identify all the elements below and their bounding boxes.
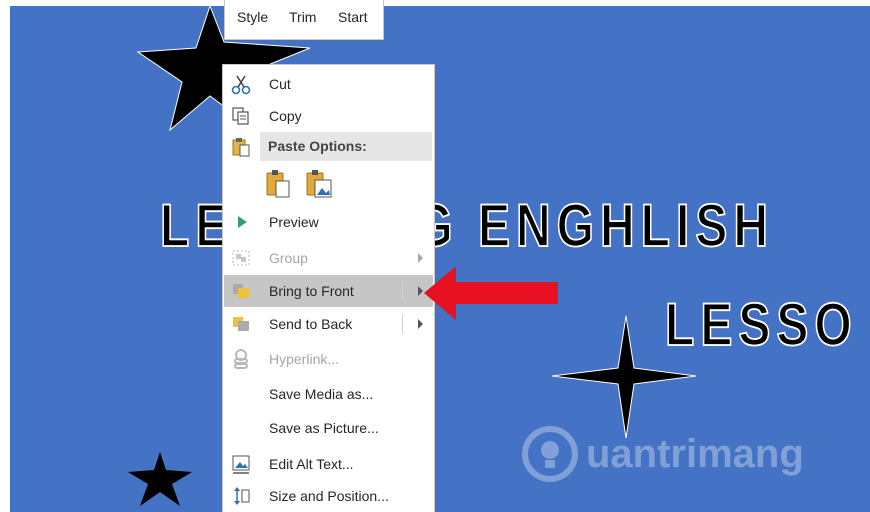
play-icon <box>238 216 247 228</box>
group-icon <box>232 250 250 266</box>
menu-item-preview[interactable]: Preview <box>224 206 433 238</box>
slide-title-line-2[interactable]: LESSO <box>664 291 858 360</box>
size-position-icon <box>234 487 250 505</box>
watermark-text: uantrimang <box>586 432 804 476</box>
menu-item-label: Save Media as... <box>269 386 374 402</box>
menu-item-label: Save as Picture... <box>269 420 379 436</box>
bring-to-front-icon <box>233 284 249 298</box>
context-menu: Cut Copy Paste Options: Preview Group Br… <box>222 64 435 512</box>
send-to-back-icon <box>233 317 249 331</box>
menu-item-send-to-back[interactable]: Send to Back <box>224 308 433 340</box>
style-button[interactable]: Style <box>237 9 268 25</box>
scissors-icon <box>231 75 251 95</box>
submenu-arrow-icon <box>418 253 423 263</box>
trim-button[interactable]: Trim <box>289 9 316 25</box>
menu-item-save-media[interactable]: Save Media as... <box>224 378 433 410</box>
menu-item-group[interactable]: Group <box>224 242 433 274</box>
menu-item-label: Cut <box>269 76 291 92</box>
menu-item-label: Preview <box>269 214 319 230</box>
slide-canvas[interactable]: LEARNING ENGHLISH LESSO uantrimang <box>10 6 870 512</box>
menu-item-hyperlink[interactable]: Hyperlink... <box>224 343 433 375</box>
submenu-divider <box>402 281 403 301</box>
menu-item-label: Edit Alt Text... <box>269 456 354 472</box>
mini-toolbar: Style Trim Start <box>224 0 384 40</box>
menu-item-label: Size and Position... <box>269 488 389 504</box>
paste-options-label: Paste Options: <box>268 138 367 154</box>
menu-item-label: Hyperlink... <box>269 351 340 367</box>
copy-icon <box>232 107 249 125</box>
paste-icon <box>232 138 250 157</box>
paste-keep-formatting-icon[interactable] <box>263 167 297 201</box>
paste-options-header: Paste Options: <box>260 132 432 161</box>
menu-item-label: Bring to Front <box>269 283 354 299</box>
bulb-logo-icon <box>522 426 578 482</box>
menu-item-label: Copy <box>269 108 302 124</box>
menu-item-edit-alt-text[interactable]: Edit Alt Text... <box>224 448 433 480</box>
paste-options-buttons <box>263 167 343 201</box>
watermark: uantrimang <box>520 424 850 488</box>
alt-text-icon <box>232 455 250 474</box>
pointer-arrow-annotation <box>424 266 558 320</box>
start-button[interactable]: Start <box>338 9 368 25</box>
paste-as-picture-icon[interactable] <box>303 167 337 201</box>
menu-item-save-picture[interactable]: Save as Picture... <box>224 412 433 444</box>
menu-item-label: Group <box>269 250 308 266</box>
menu-item-copy[interactable]: Copy <box>224 100 433 132</box>
link-icon <box>234 349 248 369</box>
menu-item-cut[interactable]: Cut <box>224 68 433 100</box>
menu-item-label: Send to Back <box>269 316 353 332</box>
menu-item-bring-to-front[interactable]: Bring to Front <box>224 275 433 307</box>
menu-item-size-position[interactable]: Size and Position... <box>224 480 433 512</box>
submenu-divider <box>402 314 403 334</box>
star-shape-bottom-left <box>128 452 192 506</box>
